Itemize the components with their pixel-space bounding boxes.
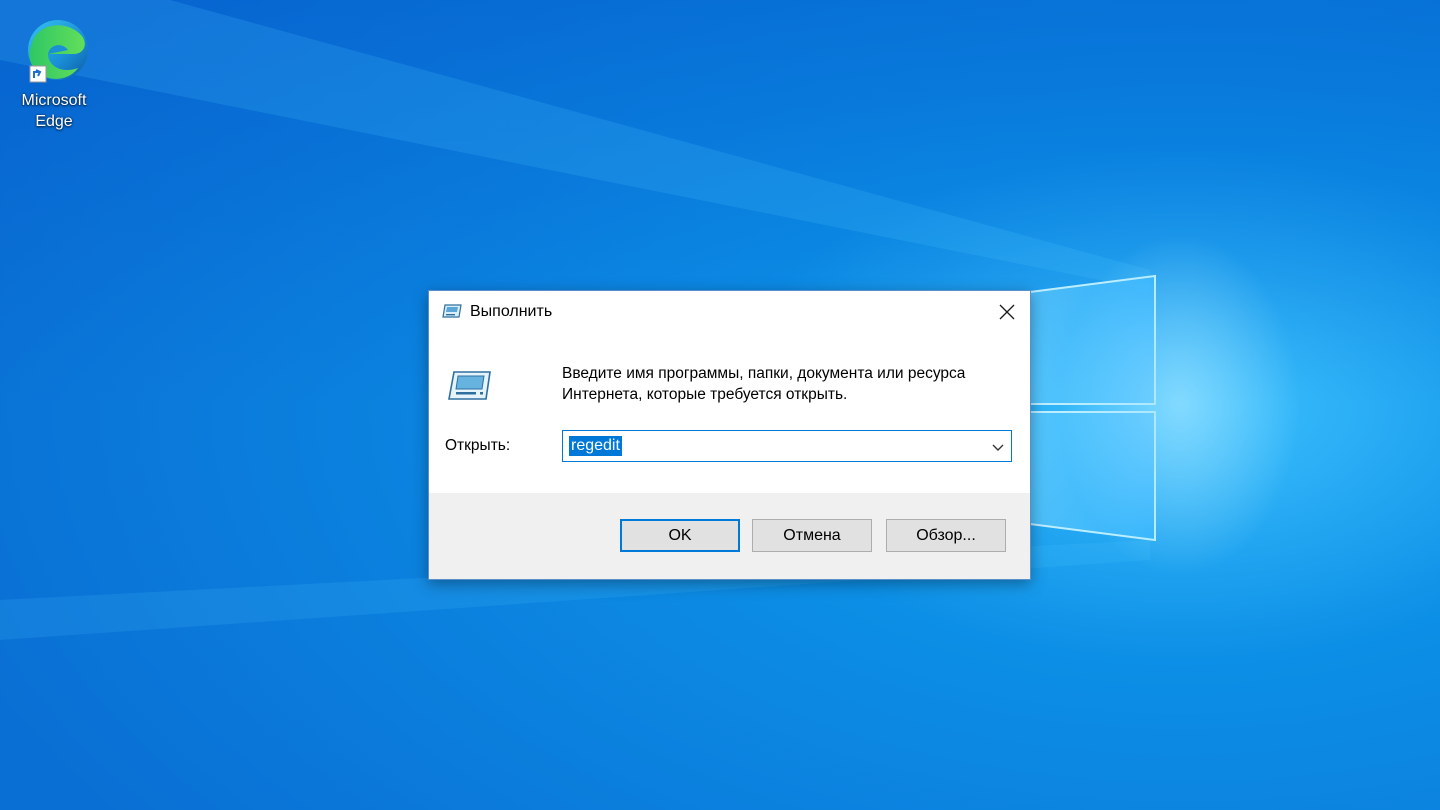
dialog-content: Введите имя программы, папки, документа … bbox=[429, 333, 1030, 493]
description-line-2: Интернета, которые требуется открыть. bbox=[562, 386, 848, 403]
open-combobox[interactable]: regedit bbox=[562, 430, 1012, 462]
dialog-title: Выполнить bbox=[470, 303, 553, 320]
ok-button[interactable]: OK bbox=[620, 519, 740, 552]
open-combobox-value[interactable]: regedit bbox=[569, 436, 622, 456]
description-line-1: Введите имя программы, папки, документа … bbox=[562, 365, 966, 382]
close-button[interactable] bbox=[984, 291, 1030, 333]
browse-button[interactable]: Обзор... bbox=[886, 519, 1006, 552]
dialog-description: Введите имя программы, папки, документа … bbox=[562, 363, 1012, 405]
cancel-button[interactable]: Отмена bbox=[752, 519, 872, 552]
run-icon bbox=[442, 303, 462, 324]
dialog-titlebar[interactable]: Выполнить bbox=[429, 291, 1030, 333]
run-large-icon bbox=[446, 369, 492, 408]
chevron-down-icon[interactable] bbox=[991, 440, 1005, 458]
edge-icon bbox=[28, 20, 88, 83]
close-icon bbox=[999, 304, 1015, 320]
desktop-icon-microsoft-edge[interactable]: Microsoft Edge bbox=[8, 14, 100, 132]
desktop-icon-label: Microsoft Edge bbox=[21, 92, 87, 130]
open-label: Открыть: bbox=[445, 437, 511, 454]
dialog-footer: OK Отмена Обзор... bbox=[429, 493, 1030, 579]
run-dialog: Выполнить Введите имя программы, папки, … bbox=[428, 290, 1031, 580]
